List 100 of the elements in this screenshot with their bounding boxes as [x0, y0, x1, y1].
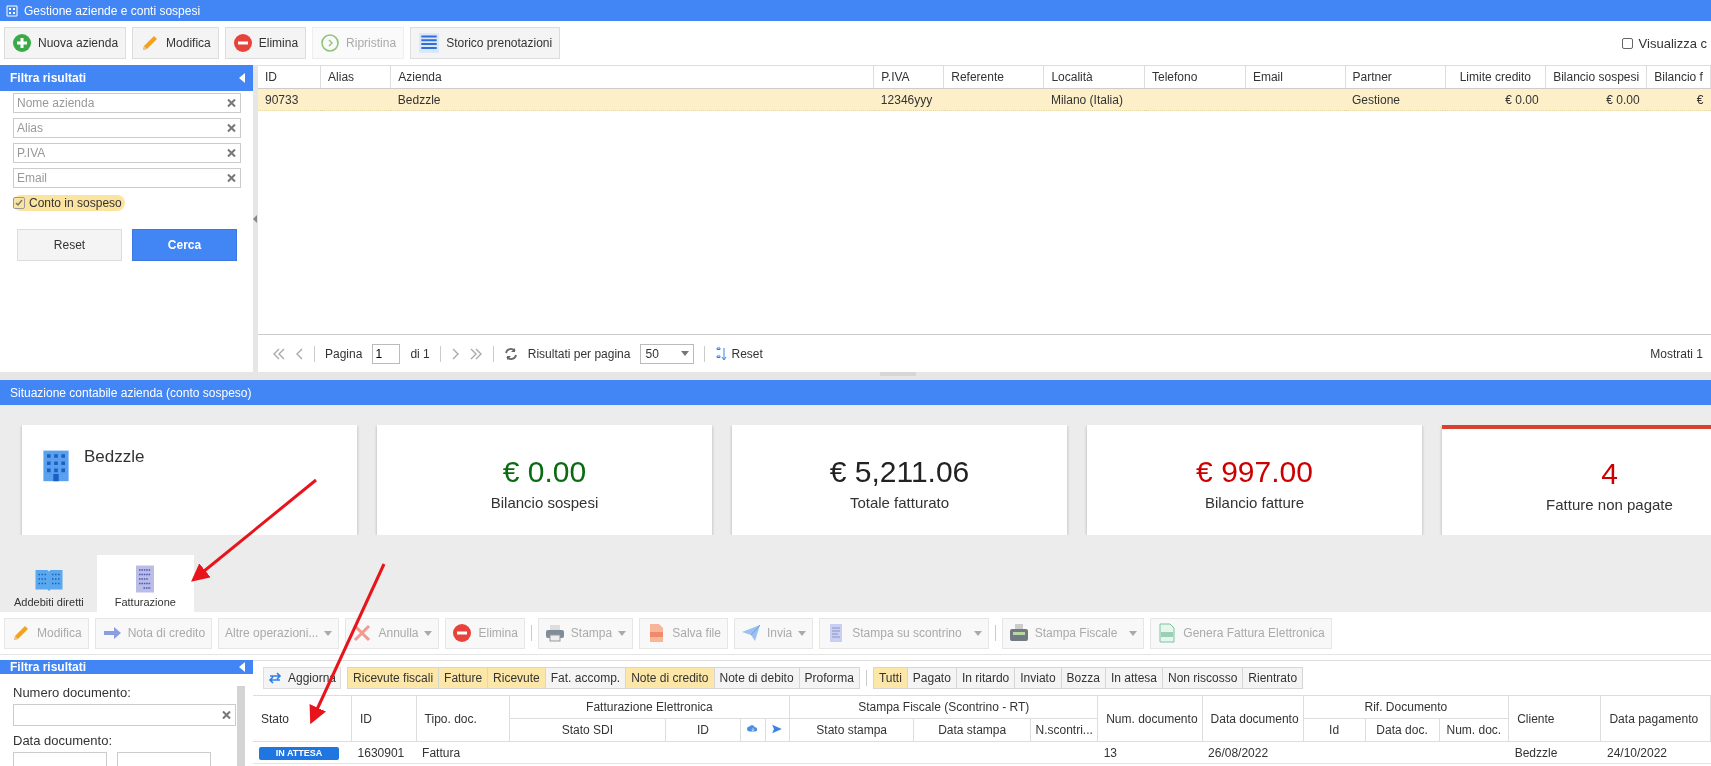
filter-toggle[interactable]: Fatture: [439, 668, 489, 688]
stat-value: € 5,211.06: [829, 453, 970, 490]
column-header[interactable]: Tipo. doc.: [416, 696, 510, 742]
filter-toggle[interactable]: Bozza: [1061, 668, 1106, 688]
column-header[interactable]: Cliente: [1508, 696, 1601, 742]
filter-toggle[interactable]: In ritardo: [956, 668, 1016, 688]
stat-label: Fatture non pagate: [1546, 495, 1673, 513]
column-header[interactable]: Data pagamento: [1600, 696, 1711, 742]
cash-register-icon: [1008, 623, 1029, 643]
stat-value: € 997.00: [1196, 453, 1313, 490]
checkbox[interactable]: [13, 197, 25, 209]
filter-toggle[interactable]: Rientrato: [1243, 668, 1303, 688]
table-cell: 90733: [265, 92, 299, 107]
filter-header[interactable]: Filtra risultati: [0, 660, 253, 674]
clear-icon[interactable]: [227, 173, 236, 183]
column-header[interactable]: Id: [1329, 723, 1340, 737]
filter-field[interactable]: P.IVA: [13, 143, 241, 163]
filter-field[interactable]: Nome azienda: [13, 93, 241, 113]
column-header[interactable]: Num. documento: [1097, 696, 1203, 742]
filter-toggle[interactable]: Ricevute fiscali: [348, 668, 440, 688]
filter-toggle[interactable]: In attesa: [1105, 668, 1163, 688]
filter-toggle[interactable]: Non riscosso: [1163, 668, 1244, 688]
column-header[interactable]: Bilancio f: [1646, 66, 1711, 89]
column-header[interactable]: Limite credito: [1445, 66, 1546, 89]
column-header[interactable]: Stato SDI: [561, 723, 614, 737]
plus-icon: [12, 33, 32, 53]
tab[interactable]: Addebiti diretti: [5, 555, 93, 612]
collapse-icon[interactable]: [239, 73, 245, 83]
filter-toggle[interactable]: Ricevute: [488, 668, 546, 688]
cross-icon: [352, 623, 373, 643]
minus-icon: [232, 33, 253, 53]
column-header[interactable]: Data doc.: [1376, 723, 1428, 737]
collapse-icon[interactable]: [239, 662, 245, 672]
page-field[interactable]: 1: [372, 343, 401, 364]
column-header[interactable]: Telefono: [1144, 66, 1246, 89]
filter-header[interactable]: Filtra risultati: [0, 65, 253, 91]
toolbar-button[interactable]: Modifica: [132, 27, 219, 59]
list-icon: [418, 32, 441, 54]
refresh-icon[interactable]: [503, 346, 518, 361]
column-header[interactable]: ID: [258, 66, 321, 89]
table-cell: Gestione: [1352, 92, 1401, 107]
toolbar-button[interactable]: Elimina: [224, 27, 307, 59]
input-field[interactable]: [13, 704, 236, 726]
column-header[interactable]: Data stampa: [938, 723, 1007, 737]
column-header[interactable]: Stato: [253, 696, 352, 742]
column-header[interactable]: Bilancio sospesi: [1545, 66, 1647, 89]
table-cell: Bedzzle: [397, 92, 441, 107]
building-icon: [6, 4, 18, 17]
clear-icon[interactable]: [227, 148, 236, 158]
column-header[interactable]: Referente: [943, 66, 1044, 89]
scrollbar[interactable]: [237, 686, 245, 766]
field-label: Numero documento:: [13, 685, 131, 700]
column-header[interactable]: ID: [697, 723, 709, 737]
toolbar-button[interactable]: Storico prenotazioni: [410, 27, 561, 59]
column-header[interactable]: N.scontri...: [1035, 723, 1093, 737]
filter-toggle[interactable]: Fat. accomp.: [545, 668, 627, 688]
filter-toggle[interactable]: Proforma: [799, 668, 859, 688]
reset-sort-button[interactable]: Reset: [715, 346, 763, 361]
column-header[interactable]: Partner: [1345, 66, 1446, 89]
filter-field[interactable]: Email: [13, 168, 241, 188]
last-page-icon[interactable]: [468, 347, 483, 360]
results-count: Mostrati 1: [1650, 346, 1703, 361]
filter-toggle[interactable]: Pagato: [907, 668, 957, 688]
table-cell: 1630901: [357, 745, 405, 760]
column-header[interactable]: Alias: [320, 66, 391, 89]
filter-field[interactable]: Alias: [13, 118, 241, 138]
restore-icon: [320, 33, 341, 53]
stat-value: 4: [1601, 455, 1618, 492]
next-page-icon[interactable]: [450, 347, 459, 360]
table-cell: Milano (Italia): [1050, 92, 1123, 107]
suspended-checkbox[interactable]: Conto in sospeso: [13, 195, 125, 211]
search-button[interactable]: Cerca: [132, 229, 237, 261]
reset-button[interactable]: Reset: [17, 229, 122, 261]
filter-toggle[interactable]: Inviato: [1015, 668, 1062, 688]
column-header[interactable]: Stato stampa: [816, 723, 888, 737]
show-all-checkbox[interactable]: Visualizza c: [1621, 35, 1707, 51]
window-title: Gestione aziende e conti sospesi: [24, 3, 201, 18]
filter-toggle[interactable]: Note di credito: [626, 668, 715, 688]
column-header[interactable]: Email: [1245, 66, 1345, 89]
column-header[interactable]: Località: [1043, 66, 1145, 89]
column-header[interactable]: Azienda: [390, 66, 874, 89]
column-header[interactable]: P.IVA: [873, 66, 944, 89]
filter-toggle[interactable]: Note di debito: [714, 668, 800, 688]
clear-icon[interactable]: [227, 123, 236, 133]
first-page-icon[interactable]: [272, 347, 286, 360]
column-header[interactable]: ID: [351, 696, 417, 742]
table-cell: 24/10/2022: [1606, 745, 1667, 760]
company-name: Bedzzle: [84, 447, 145, 467]
send-icon[interactable]: [771, 722, 784, 735]
clear-icon[interactable]: [227, 98, 236, 108]
filter-toggle[interactable]: Tutti: [873, 668, 908, 688]
toolbar-button[interactable]: Nuova azienda: [4, 27, 127, 59]
column-group-header: Stampa Fiscale (Scontrino - RT): [789, 696, 1098, 719]
previous-page-icon[interactable]: [296, 347, 304, 360]
column-header[interactable]: Data documento: [1202, 696, 1304, 742]
tab[interactable]: Fatturazione: [96, 555, 194, 612]
table-row[interactable]: 90733 Bedzzle 12346yyy Milano (Italia) Gestione € 0.00 € 0.00 €: [258, 88, 1711, 111]
column-header[interactable]: Num. doc.: [1446, 723, 1502, 737]
clear-icon[interactable]: [222, 710, 231, 720]
page-size-select[interactable]: 50: [640, 343, 695, 364]
